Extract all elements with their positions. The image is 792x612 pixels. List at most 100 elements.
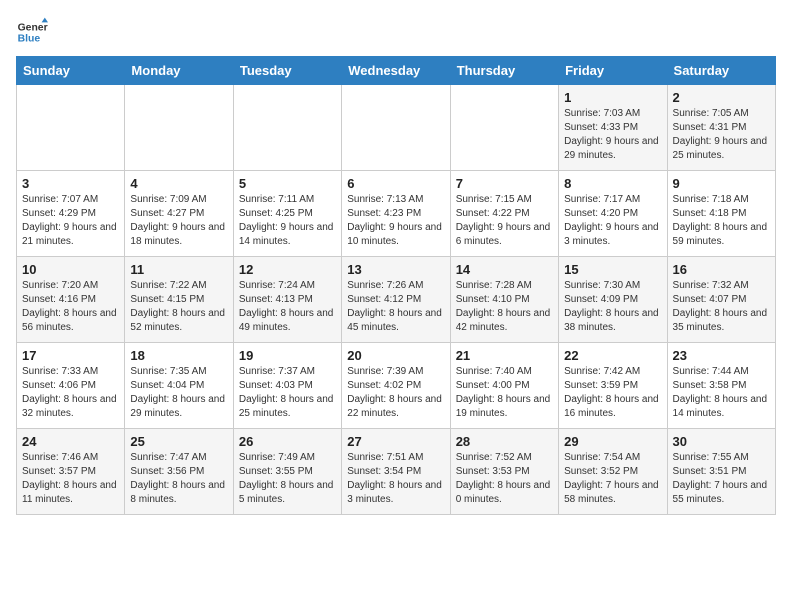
- day-info: Sunrise: 7:07 AM Sunset: 4:29 PM Dayligh…: [22, 193, 119, 249]
- calendar-cell: 30 Sunrise: 7:55 AM Sunset: 3:51 PM Dayli…: [667, 429, 775, 515]
- weekday-header-cell: Friday: [559, 57, 667, 85]
- calendar-cell: [233, 85, 341, 171]
- calendar-cell: 13 Sunrise: 7:26 AM Sunset: 4:12 PM Dayli…: [342, 257, 450, 343]
- calendar-cell: 6 Sunrise: 7:13 AM Sunset: 4:23 PM Daylig…: [342, 171, 450, 257]
- calendar-cell: 22 Sunrise: 7:42 AM Sunset: 3:59 PM Dayli…: [559, 343, 667, 429]
- day-number: 26: [239, 434, 336, 449]
- calendar-cell: [342, 85, 450, 171]
- day-number: 10: [22, 262, 119, 277]
- calendar-cell: 27 Sunrise: 7:51 AM Sunset: 3:54 PM Dayli…: [342, 429, 450, 515]
- day-info: Sunrise: 7:28 AM Sunset: 4:10 PM Dayligh…: [456, 279, 553, 335]
- day-number: 6: [347, 176, 444, 191]
- calendar-cell: 10Sunrise: 7:20 AM Sunset: 4:16 PM Dayli…: [17, 257, 125, 343]
- logo: General Blue: [16, 16, 48, 48]
- day-number: 29: [564, 434, 661, 449]
- day-info: Sunrise: 7:03 AM Sunset: 4:33 PM Dayligh…: [564, 107, 661, 163]
- day-info: Sunrise: 7:42 AM Sunset: 3:59 PM Dayligh…: [564, 365, 661, 421]
- day-info: Sunrise: 7:05 AM Sunset: 4:31 PM Dayligh…: [673, 107, 770, 163]
- calendar-table: SundayMondayTuesdayWednesdayThursdayFrid…: [16, 56, 776, 515]
- day-info: Sunrise: 7:11 AM Sunset: 4:25 PM Dayligh…: [239, 193, 336, 249]
- calendar-cell: 26 Sunrise: 7:49 AM Sunset: 3:55 PM Dayli…: [233, 429, 341, 515]
- day-info: Sunrise: 7:26 AM Sunset: 4:12 PM Dayligh…: [347, 279, 444, 335]
- day-number: 14: [456, 262, 553, 277]
- day-number: 25: [130, 434, 227, 449]
- calendar-body: 1 Sunrise: 7:03 AM Sunset: 4:33 PM Daylig…: [17, 85, 776, 515]
- calendar-week-row: 1 Sunrise: 7:03 AM Sunset: 4:33 PM Daylig…: [17, 85, 776, 171]
- day-info: Sunrise: 7:24 AM Sunset: 4:13 PM Dayligh…: [239, 279, 336, 335]
- day-number: 15: [564, 262, 661, 277]
- calendar-cell: [125, 85, 233, 171]
- day-number: 13: [347, 262, 444, 277]
- weekday-header-cell: Saturday: [667, 57, 775, 85]
- day-info: Sunrise: 7:33 AM Sunset: 4:06 PM Dayligh…: [22, 365, 119, 421]
- weekday-header-cell: Tuesday: [233, 57, 341, 85]
- day-number: 4: [130, 176, 227, 191]
- calendar-cell: 14 Sunrise: 7:28 AM Sunset: 4:10 PM Dayli…: [450, 257, 558, 343]
- day-number: 16: [673, 262, 770, 277]
- day-info: Sunrise: 7:40 AM Sunset: 4:00 PM Dayligh…: [456, 365, 553, 421]
- logo-icon: General Blue: [16, 16, 48, 48]
- day-info: Sunrise: 7:30 AM Sunset: 4:09 PM Dayligh…: [564, 279, 661, 335]
- calendar-cell: 17 Sunrise: 7:33 AM Sunset: 4:06 PM Dayli…: [17, 343, 125, 429]
- calendar-cell: 11 Sunrise: 7:22 AM Sunset: 4:15 PM Dayli…: [125, 257, 233, 343]
- day-info: Sunrise: 7:46 AM Sunset: 3:57 PM Dayligh…: [22, 451, 119, 507]
- day-info: Sunrise: 7:09 AM Sunset: 4:27 PM Dayligh…: [130, 193, 227, 249]
- day-info: Sunrise: 7:15 AM Sunset: 4:22 PM Dayligh…: [456, 193, 553, 249]
- calendar-cell: 15 Sunrise: 7:30 AM Sunset: 4:09 PM Dayli…: [559, 257, 667, 343]
- day-info: Sunrise: 7:22 AM Sunset: 4:15 PM Dayligh…: [130, 279, 227, 335]
- day-number: 17: [22, 348, 119, 363]
- calendar-cell: 4 Sunrise: 7:09 AM Sunset: 4:27 PM Daylig…: [125, 171, 233, 257]
- day-number: 27: [347, 434, 444, 449]
- day-info: Sunrise: 7:37 AM Sunset: 4:03 PM Dayligh…: [239, 365, 336, 421]
- day-number: 7: [456, 176, 553, 191]
- day-number: 5: [239, 176, 336, 191]
- day-info: Sunrise: 7:49 AM Sunset: 3:55 PM Dayligh…: [239, 451, 336, 507]
- day-info: Sunrise: 7:18 AM Sunset: 4:18 PM Dayligh…: [673, 193, 770, 249]
- calendar-cell: 18 Sunrise: 7:35 AM Sunset: 4:04 PM Dayli…: [125, 343, 233, 429]
- day-number: 21: [456, 348, 553, 363]
- day-number: 22: [564, 348, 661, 363]
- day-info: Sunrise: 7:32 AM Sunset: 4:07 PM Dayligh…: [673, 279, 770, 335]
- day-number: 24: [22, 434, 119, 449]
- weekday-header-cell: Wednesday: [342, 57, 450, 85]
- calendar-cell: 21 Sunrise: 7:40 AM Sunset: 4:00 PM Dayli…: [450, 343, 558, 429]
- day-number: 18: [130, 348, 227, 363]
- calendar-cell: [17, 85, 125, 171]
- calendar-cell: 16 Sunrise: 7:32 AM Sunset: 4:07 PM Dayli…: [667, 257, 775, 343]
- day-number: 9: [673, 176, 770, 191]
- svg-text:Blue: Blue: [18, 34, 41, 45]
- day-number: 19: [239, 348, 336, 363]
- day-info: Sunrise: 7:47 AM Sunset: 3:56 PM Dayligh…: [130, 451, 227, 507]
- svg-text:General: General: [18, 22, 48, 33]
- day-number: 23: [673, 348, 770, 363]
- day-info: Sunrise: 7:35 AM Sunset: 4:04 PM Dayligh…: [130, 365, 227, 421]
- day-number: 8: [564, 176, 661, 191]
- weekday-header-cell: Thursday: [450, 57, 558, 85]
- calendar-cell: 25 Sunrise: 7:47 AM Sunset: 3:56 PM Dayli…: [125, 429, 233, 515]
- header: General Blue: [16, 16, 776, 48]
- calendar-cell: 28Sunrise: 7:52 AM Sunset: 3:53 PM Dayli…: [450, 429, 558, 515]
- day-info: Sunrise: 7:55 AM Sunset: 3:51 PM Dayligh…: [673, 451, 770, 507]
- day-number: 11: [130, 262, 227, 277]
- day-number: 20: [347, 348, 444, 363]
- calendar-week-row: 3Sunrise: 7:07 AM Sunset: 4:29 PM Daylig…: [17, 171, 776, 257]
- calendar-cell: [450, 85, 558, 171]
- day-number: 2: [673, 90, 770, 105]
- day-info: Sunrise: 7:44 AM Sunset: 3:58 PM Dayligh…: [673, 365, 770, 421]
- calendar-cell: 24 Sunrise: 7:46 AM Sunset: 3:57 PM Dayli…: [17, 429, 125, 515]
- day-number: 1: [564, 90, 661, 105]
- weekday-header-cell: Sunday: [17, 57, 125, 85]
- calendar-cell: 23 Sunrise: 7:44 AM Sunset: 3:58 PM Dayli…: [667, 343, 775, 429]
- day-number: 12: [239, 262, 336, 277]
- calendar-week-row: 24 Sunrise: 7:46 AM Sunset: 3:57 PM Dayli…: [17, 429, 776, 515]
- calendar-cell: 1 Sunrise: 7:03 AM Sunset: 4:33 PM Daylig…: [559, 85, 667, 171]
- day-info: Sunrise: 7:52 AM Sunset: 3:53 PM Dayligh…: [456, 451, 553, 507]
- calendar-cell: 12 Sunrise: 7:24 AM Sunset: 4:13 PM Dayli…: [233, 257, 341, 343]
- day-info: Sunrise: 7:51 AM Sunset: 3:54 PM Dayligh…: [347, 451, 444, 507]
- calendar-cell: 7 Sunrise: 7:15 AM Sunset: 4:22 PM Daylig…: [450, 171, 558, 257]
- calendar-cell: 20Sunrise: 7:39 AM Sunset: 4:02 PM Dayli…: [342, 343, 450, 429]
- day-number: 30: [673, 434, 770, 449]
- calendar-cell: 9 Sunrise: 7:18 AM Sunset: 4:18 PM Daylig…: [667, 171, 775, 257]
- calendar-cell: 5 Sunrise: 7:11 AM Sunset: 4:25 PM Daylig…: [233, 171, 341, 257]
- day-info: Sunrise: 7:13 AM Sunset: 4:23 PM Dayligh…: [347, 193, 444, 249]
